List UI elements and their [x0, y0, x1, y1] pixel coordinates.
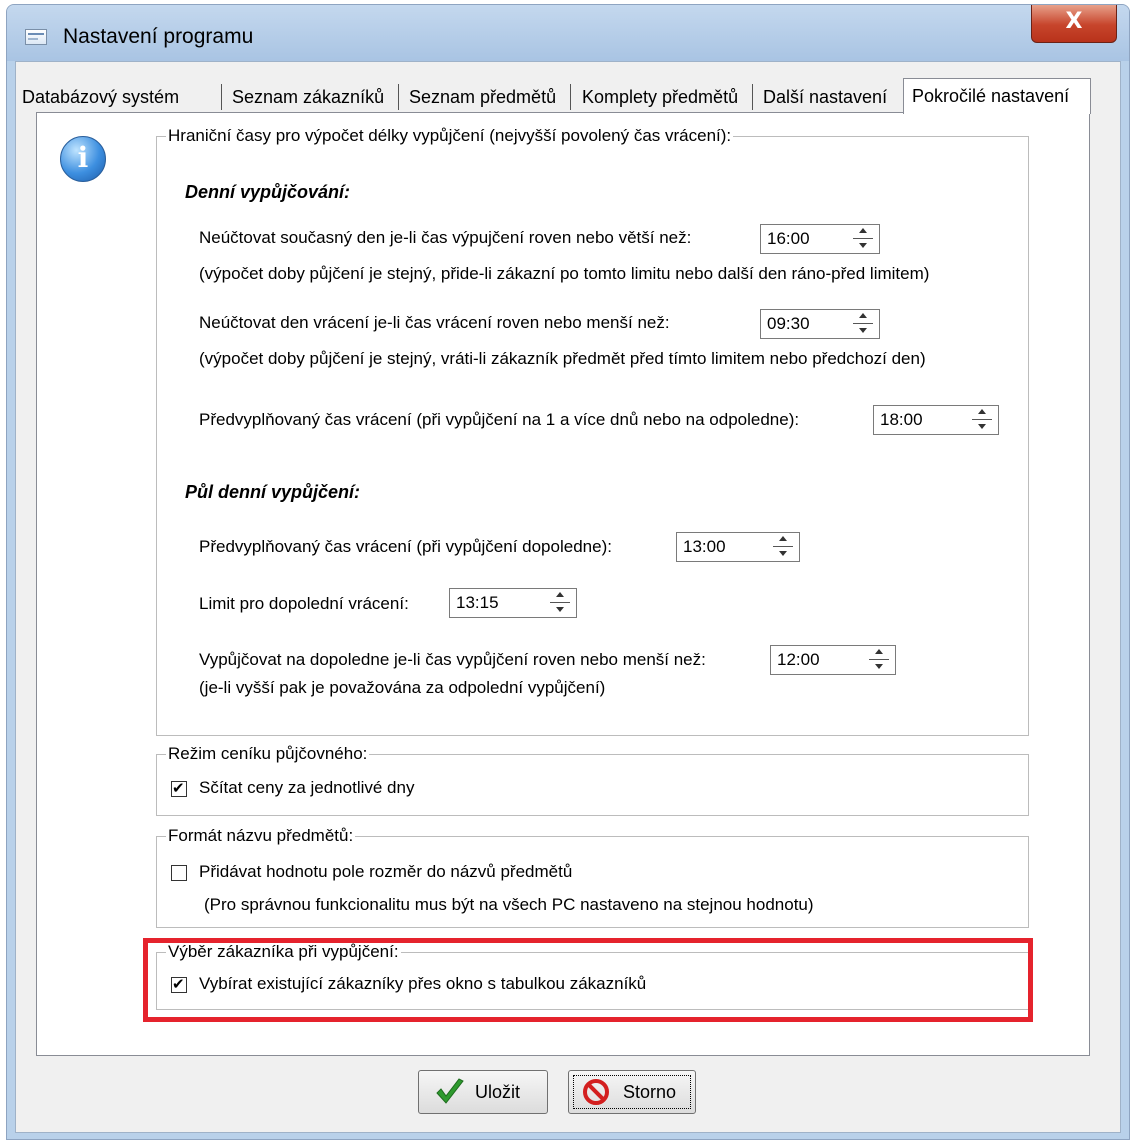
info-icon: i — [60, 136, 106, 182]
tab-separator — [752, 84, 753, 110]
spin-down-icon — [978, 424, 986, 429]
app-window-icon — [25, 29, 47, 45]
pricing-mode-legend: Režim ceníku půjčovného: — [166, 744, 370, 764]
add-size-checkbox[interactable] — [171, 865, 187, 881]
tab-item-list[interactable]: Seznam předmětů — [409, 82, 556, 112]
tab-database-system[interactable]: Databázový systém — [22, 82, 179, 112]
spin-up-icon — [556, 592, 564, 597]
prefill-morning-time-input[interactable]: 13:00 — [676, 532, 800, 562]
morning-rent-time-input[interactable]: 12:00 — [770, 645, 896, 675]
cancel-icon — [583, 1079, 609, 1105]
morning-rent-label: Vypůjčovat na dopoledne je-li čas vypůjč… — [199, 650, 706, 669]
tab-separator — [221, 84, 222, 110]
no-charge-today-note: (výpočet doby půjčení je stejný, přide-l… — [199, 264, 930, 283]
spin-buttons[interactable] — [853, 227, 873, 251]
no-charge-return-label: Neúčtovat den vrácení je-li čas vrácení … — [199, 313, 670, 332]
red-highlight-box — [143, 938, 1033, 1022]
window-title: Nastavení programu — [63, 25, 254, 48]
no-charge-today-time-input[interactable]: 16:00 — [760, 224, 880, 254]
spin-down-icon — [875, 664, 883, 669]
half-day-rental-heading: Půl denní vypůjčení: — [185, 482, 361, 502]
limits-group-legend: Hraniční časy pro výpočet délky vypůjčen… — [166, 126, 734, 146]
spin-up-icon — [779, 536, 787, 541]
spin-down-icon — [859, 328, 867, 333]
spin-down-icon — [779, 551, 787, 556]
cancel-button-label: Storno — [623, 1082, 677, 1102]
time-value: 18:00 — [880, 410, 923, 429]
tab-customer-list[interactable]: Seznam zákazníků — [232, 82, 384, 112]
time-value: 12:00 — [777, 650, 820, 669]
time-value: 13:15 — [456, 593, 499, 612]
morning-rent-note: (je-li vyšší pak je považována za odpole… — [199, 678, 606, 697]
daily-rental-heading: Denní vypůjčování: — [185, 182, 351, 202]
no-charge-return-time-input[interactable]: 09:30 — [760, 309, 880, 339]
item-name-format-legend: Formát názvu předmětů: — [166, 826, 356, 846]
spin-buttons[interactable] — [773, 535, 793, 559]
spin-up-icon — [978, 409, 986, 414]
save-button[interactable]: Uložit — [418, 1070, 548, 1114]
prefill-morning-label: Předvyplňovaný čas vrácení (při vypůjčen… — [199, 537, 612, 556]
spin-up-icon — [859, 313, 867, 318]
add-size-note: (Pro správnou funkcionalitu mus být na v… — [204, 895, 814, 914]
time-value: 16:00 — [767, 229, 810, 248]
spin-down-icon — [859, 243, 867, 248]
no-charge-return-note: (výpočet doby půjčení je stejný, vráti-l… — [199, 349, 926, 368]
tab-advanced-settings[interactable]: Pokročilé nastavení — [903, 78, 1091, 114]
sum-prices-checkbox[interactable] — [171, 779, 187, 797]
prefill-return-label: Předvyplňovaný čas vrácení (při vypůjčen… — [199, 410, 800, 429]
prefill-return-time-input[interactable]: 18:00 — [873, 405, 999, 435]
tab-other-settings[interactable]: Další nastavení — [763, 82, 887, 112]
checkmark-icon — [436, 1078, 464, 1104]
title-bar[interactable]: Nastavení programu X — [7, 5, 1129, 61]
spin-up-icon — [875, 649, 883, 654]
tab-item-sets[interactable]: Komplety předmětů — [582, 82, 738, 112]
spin-down-icon — [556, 607, 564, 612]
no-charge-today-label: Neúčtovat současný den je-li čas výpujče… — [199, 228, 692, 247]
spin-buttons[interactable] — [853, 312, 873, 336]
add-size-label: Přidávat hodnotu pole rozměr do názvů př… — [199, 862, 573, 881]
time-value: 09:30 — [767, 314, 810, 333]
spin-up-icon — [859, 228, 867, 233]
save-button-label: Uložit — [475, 1082, 521, 1102]
tab-separator — [398, 84, 399, 110]
close-button[interactable]: X — [1031, 5, 1117, 43]
spin-buttons[interactable] — [972, 408, 992, 432]
spin-buttons[interactable] — [550, 591, 570, 615]
spin-buttons[interactable] — [869, 648, 889, 672]
tab-separator — [570, 84, 571, 110]
limits-group — [156, 136, 1029, 736]
sum-prices-label: Sčítat ceny za jednotlivé dny — [199, 778, 415, 797]
time-value: 13:00 — [683, 537, 726, 556]
cancel-button[interactable]: Storno — [568, 1070, 696, 1114]
morning-limit-time-input[interactable]: 13:15 — [449, 588, 577, 618]
morning-limit-label: Limit pro dopolední vrácení: — [199, 594, 409, 613]
